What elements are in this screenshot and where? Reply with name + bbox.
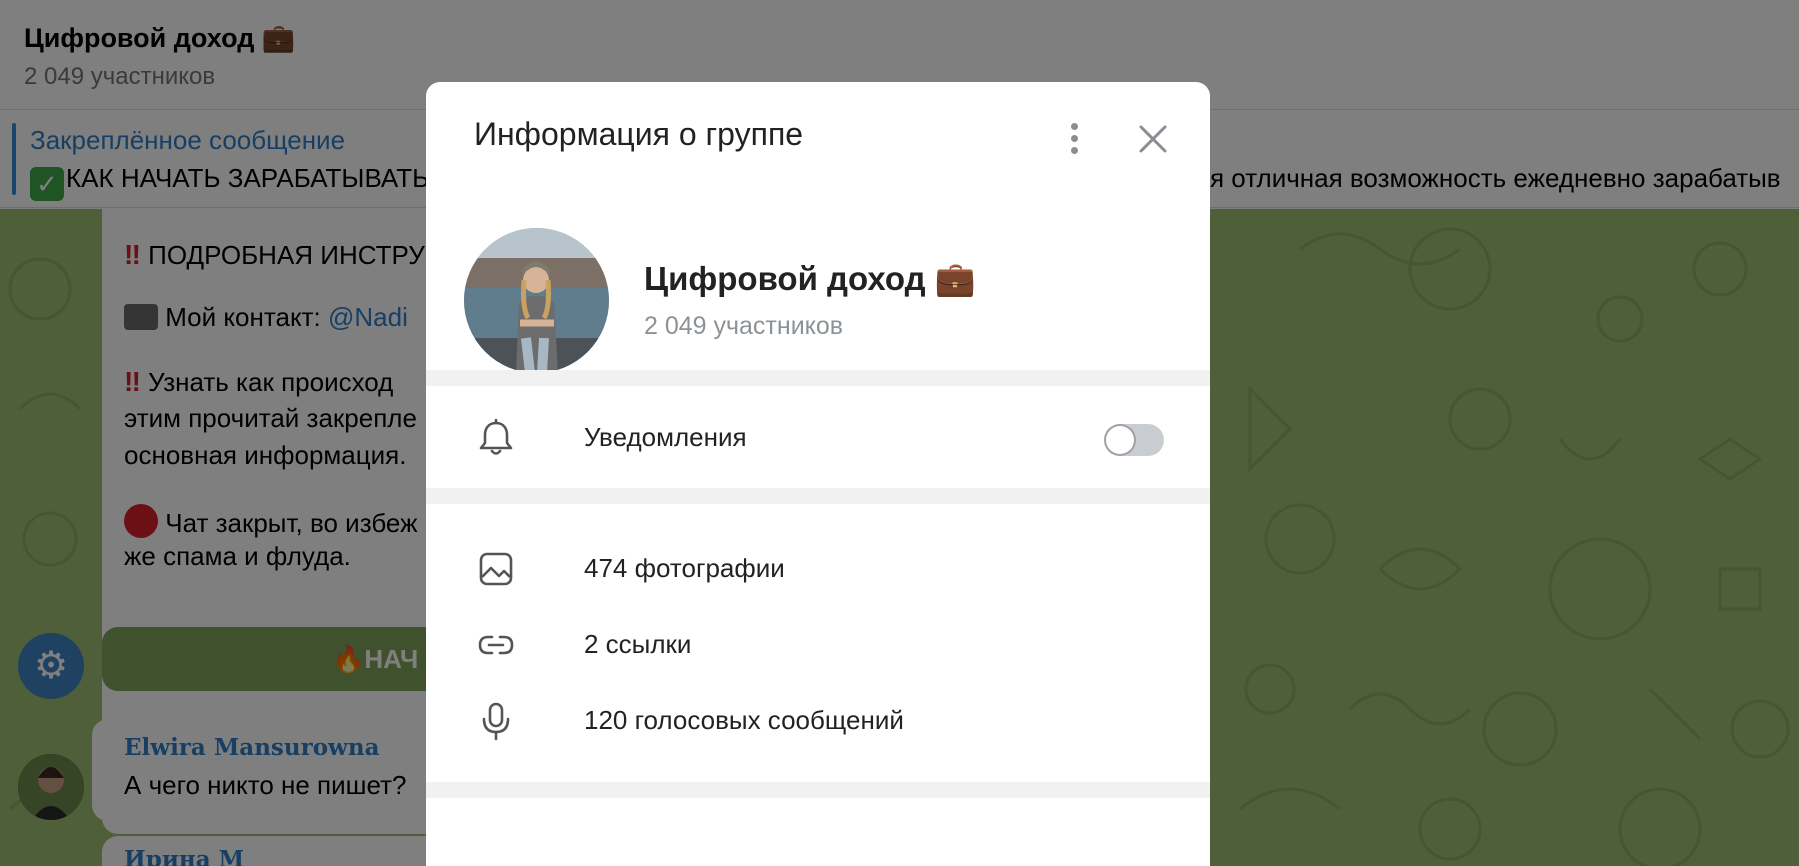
media-label: 2 ссылки [584,629,692,659]
toggle-knob [1106,426,1134,454]
photo-icon [479,552,513,586]
notifications-toggle[interactable] [1104,424,1164,456]
link-icon [478,635,514,655]
section-divider [426,488,1210,504]
more-options-icon[interactable] [1062,120,1086,160]
group-avatar-image [464,228,609,373]
dialog-title: Информация о группе [474,116,804,152]
media-row-links[interactable]: 2 ссылки [426,609,1210,677]
group-name: Цифровой доход 💼 [644,260,976,297]
group-avatar[interactable] [464,228,609,373]
media-label: 474 фотографии [584,553,785,583]
bell-icon [479,418,513,455]
notifications-row[interactable]: Уведомления [426,402,1210,470]
close-icon[interactable] [1136,122,1170,156]
media-row-voice[interactable]: 120 голосовых сообщений [426,685,1210,753]
section-divider [426,782,1210,798]
section-divider [426,370,1210,386]
microphone-icon [482,702,510,741]
media-row-photos[interactable]: 474 фотографии [426,533,1210,601]
group-info-dialog: Информация о группе Цифровой доход 💼 2 0… [426,82,1210,866]
media-label: 120 голосовых сообщений [584,705,904,735]
group-member-count[interactable]: 2 049 участников [644,312,843,341]
messenger-app: Цифровой доход 💼 2 049 участников Закреп… [0,0,1799,866]
notifications-label: Уведомления [584,422,747,452]
